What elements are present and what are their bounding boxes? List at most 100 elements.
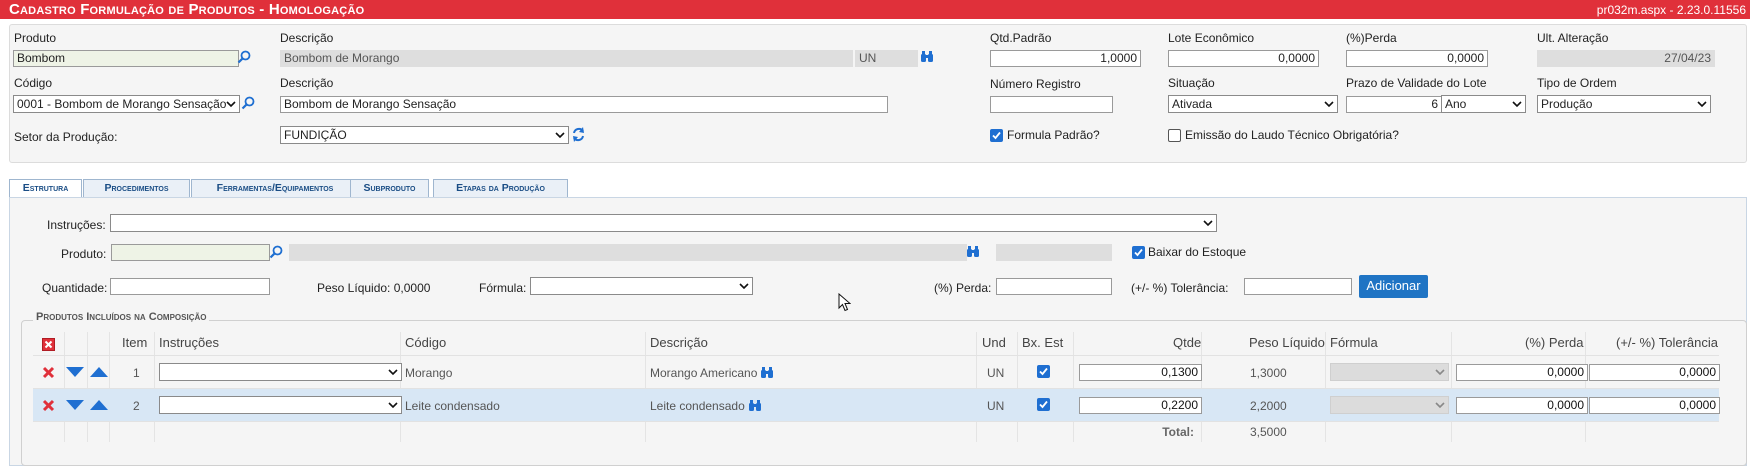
produto-label: Produto <box>14 31 57 45</box>
setor-producao-label: Setor da Produção: <box>14 130 118 144</box>
tab-procedimentos[interactable]: Procedimentos <box>83 179 190 197</box>
move-up-icon[interactable] <box>90 400 108 410</box>
perda-label: (%)Perda <box>1346 31 1397 45</box>
situacao-label: Situação <box>1168 76 1215 90</box>
formula-select[interactable] <box>530 277 753 295</box>
lote-economico-input[interactable]: 0,0000 <box>1168 50 1319 67</box>
tab-etapas-producao[interactable]: Etapas da Produção <box>433 179 568 197</box>
laudo-label: Emissão do Laudo Técnico Obrigatória? <box>1185 128 1399 142</box>
delete-all-icon[interactable] <box>42 338 55 351</box>
row-codigo: Leite condensado <box>405 399 500 413</box>
qtd-padrao-label: Qtd.Padrão <box>990 31 1052 45</box>
chevron-down-icon <box>226 101 236 108</box>
produto-estrutura-input[interactable] <box>111 244 270 261</box>
total-label: Total: <box>1162 425 1194 439</box>
instrucoes-label: Instruções: <box>47 218 106 232</box>
tab-estrutura[interactable]: Estrutura <box>9 179 82 199</box>
tipo-ordem-select[interactable]: Produção <box>1537 95 1711 113</box>
binoculars-icon[interactable] <box>920 50 934 63</box>
row-bx-est-checkbox[interactable] <box>1037 365 1050 378</box>
laudo-checkbox[interactable] <box>1168 129 1181 142</box>
search-icon[interactable] <box>269 245 283 259</box>
row-qtde-input[interactable]: 0,1300 <box>1079 364 1202 381</box>
col-instrucoes: Instruções <box>159 335 219 350</box>
row-item: 2 <box>133 399 140 413</box>
prazo-unit-select[interactable]: Ano <box>1441 95 1526 113</box>
search-icon[interactable] <box>241 96 255 110</box>
situacao-select[interactable]: Ativada <box>1168 95 1338 113</box>
produto-estrutura-label: Produto: <box>61 247 107 261</box>
quantidade-input[interactable] <box>110 278 270 295</box>
produto-unit-input <box>996 244 1112 261</box>
col-perda: (%) Perda <box>1525 335 1584 350</box>
row-descricao: Leite condensado <box>650 399 745 413</box>
row-bx-est-checkbox[interactable] <box>1037 398 1050 411</box>
move-up-icon[interactable] <box>90 367 108 377</box>
row-formula-select[interactable] <box>1330 363 1449 381</box>
row-item: 1 <box>133 366 140 380</box>
qtd-padrao-input[interactable]: 1,0000 <box>990 50 1141 67</box>
setor-producao-select[interactable]: FUNDIÇÃO <box>280 126 569 144</box>
instrucoes-select[interactable] <box>110 214 1217 232</box>
version-label: pr032m.aspx - 2.23.0.11556 <box>1596 3 1746 17</box>
tab-ferramentas-equipamentos[interactable]: Ferramentas/Equipamentos <box>191 179 359 197</box>
row-codigo: Morango <box>405 366 453 380</box>
tab-subproduto[interactable]: Subproduto <box>350 179 429 197</box>
tolerancia-input[interactable] <box>1244 278 1352 295</box>
col-und: Und <box>982 335 1006 350</box>
row-und: UN <box>987 366 1005 380</box>
composicao-legend: Produtos Incluídos na Composição <box>33 311 210 323</box>
row-perda-input[interactable]: 0,0000 <box>1456 364 1588 381</box>
mouse-cursor-icon <box>838 293 851 312</box>
row-und: UN <box>987 399 1005 413</box>
row-perda-input[interactable]: 0,0000 <box>1456 397 1588 414</box>
col-qtde: Qtde <box>1173 335 1202 350</box>
prazo-validade-input[interactable]: 6 <box>1346 96 1442 113</box>
formula-label: Fórmula: <box>479 281 527 295</box>
peso-liquido-label: Peso Líquido: 0,0000 <box>317 281 431 295</box>
row-tolerancia-input[interactable]: 0,0000 <box>1589 397 1720 414</box>
chevron-down-icon <box>1435 369 1445 376</box>
search-icon[interactable] <box>237 50 251 64</box>
produto-input[interactable]: Bombom <box>13 50 239 67</box>
lote-economico-label: Lote Econômico <box>1168 31 1255 45</box>
col-formula: Fórmula <box>1330 335 1378 350</box>
ult-alteracao-input: 27/04/23 <box>1537 50 1715 67</box>
formula-padrao-checkbox[interactable] <box>990 129 1003 142</box>
row-tolerancia-input[interactable]: 0,0000 <box>1589 364 1720 381</box>
table-row[interactable]: 2 Leite condensado Leite condensado UN 0… <box>33 388 1720 422</box>
tipo-ordem-select-value: Produção <box>1541 97 1593 111</box>
binoculars-icon[interactable] <box>760 366 774 379</box>
delete-icon[interactable] <box>42 399 55 412</box>
baixar-estoque-checkbox[interactable] <box>1132 246 1145 259</box>
refresh-icon[interactable] <box>572 127 585 142</box>
chevron-down-icon <box>1203 220 1213 227</box>
move-down-icon[interactable] <box>66 367 84 377</box>
move-down-icon[interactable] <box>66 400 84 410</box>
descricao-input: Bombom de Morango <box>280 50 853 67</box>
row-formula-select[interactable] <box>1330 396 1449 414</box>
perda-input[interactable]: 0,0000 <box>1346 50 1488 67</box>
codigo-select[interactable]: 0001 - Bombom de Morango Sensação <box>13 95 240 113</box>
chevron-down-icon <box>1435 402 1445 409</box>
adicionar-button[interactable]: Adicionar <box>1359 275 1428 298</box>
col-codigo: Código <box>405 335 447 350</box>
numero-registro-label: Número Registro <box>990 77 1081 91</box>
produto-descricao-input <box>289 244 967 261</box>
numero-registro-input[interactable] <box>990 96 1113 113</box>
baixar-estoque-label: Baixar do Estoque <box>1148 245 1247 259</box>
title-bar: Cadastro Formulação de Produtos - Homolo… <box>0 0 1750 19</box>
binoculars-icon[interactable] <box>748 399 762 412</box>
row-qtde-input[interactable]: 0,2200 <box>1079 397 1202 414</box>
chevron-down-icon <box>555 132 565 139</box>
row-peso-liquido: 2,2000 <box>1250 399 1287 413</box>
prazo-unit-value: Ano <box>1445 97 1467 111</box>
descricao2-input[interactable]: Bombom de Morango Sensação <box>280 96 888 113</box>
col-peso-liquido: Peso Líquido <box>1249 335 1325 350</box>
row-instrucoes-select[interactable] <box>159 396 402 414</box>
binoculars-icon[interactable] <box>966 245 980 258</box>
perda-estrutura-input[interactable] <box>996 278 1112 295</box>
delete-icon[interactable] <box>42 366 55 379</box>
table-row[interactable]: 1 Morango Morango Americano UN 0,1300 1,… <box>33 355 1720 389</box>
row-instrucoes-select[interactable] <box>159 363 402 381</box>
